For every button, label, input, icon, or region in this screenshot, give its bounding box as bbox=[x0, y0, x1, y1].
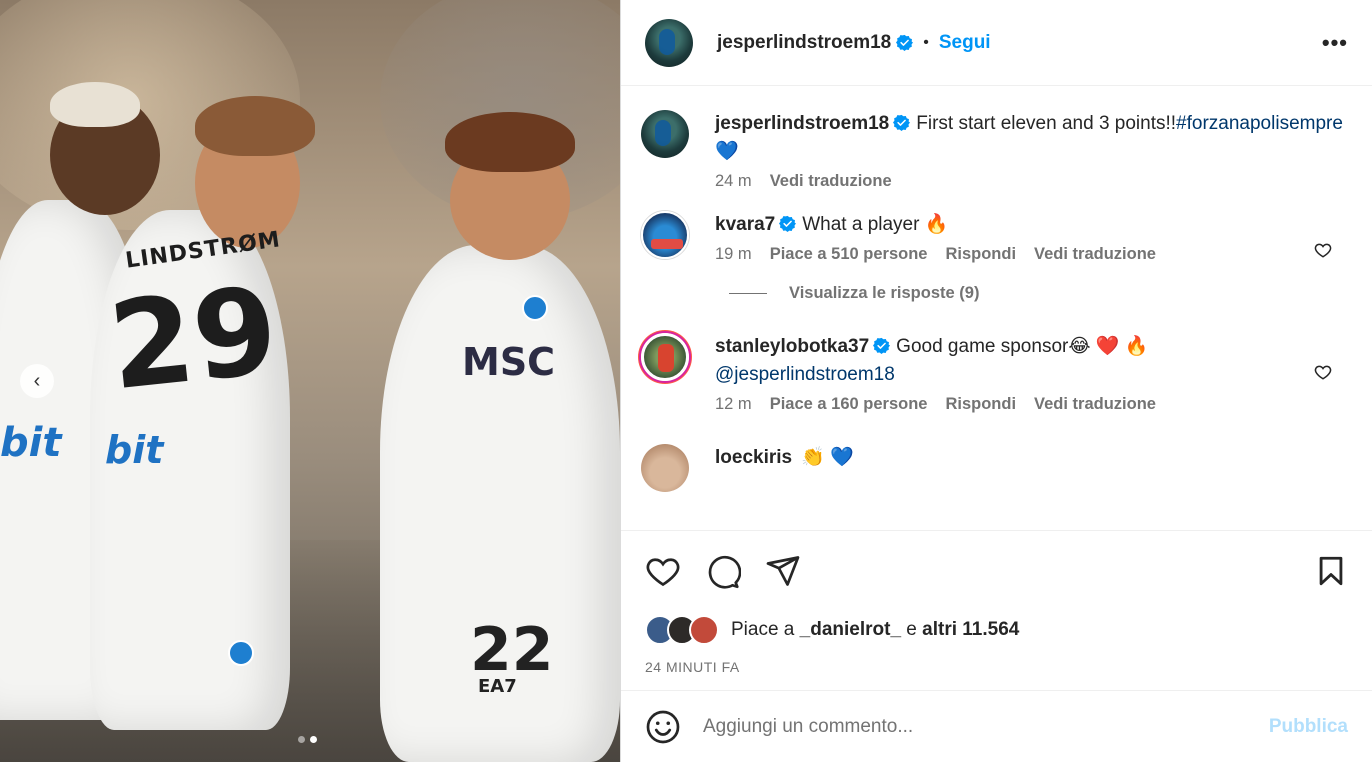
likes-count-link[interactable]: altri 11.564 bbox=[922, 619, 1019, 640]
hashtag-link[interactable]: #forzanapolisempre bbox=[1176, 113, 1343, 134]
avatar[interactable] bbox=[641, 211, 689, 259]
comment-text: stanleylobotka37 Good game sponsor😂 ❤️ 🔥 … bbox=[715, 333, 1352, 389]
comment-meta: 12 m Piace a 160 persone Rispondi Vedi t… bbox=[715, 395, 1352, 414]
jersey-number: 29 bbox=[103, 261, 284, 418]
carousel-dot-active bbox=[310, 736, 317, 743]
reply-button[interactable]: Rispondi bbox=[945, 245, 1016, 264]
caption-meta: 24 m Vedi traduzione bbox=[715, 172, 1352, 191]
follow-button[interactable]: Segui bbox=[939, 32, 991, 54]
share-send-icon[interactable] bbox=[765, 553, 801, 589]
translate-link[interactable]: Vedi traduzione bbox=[770, 172, 892, 191]
view-replies-label: Visualizza le risposte (9) bbox=[789, 284, 980, 302]
likes-middle: e bbox=[901, 619, 923, 640]
avatar[interactable] bbox=[689, 615, 719, 645]
replies-divider bbox=[729, 293, 767, 294]
avatar[interactable] bbox=[641, 444, 689, 492]
mention-link[interactable]: @jesperlindstroem18 bbox=[715, 364, 895, 385]
publish-button[interactable]: Pubblica bbox=[1269, 716, 1348, 738]
avatar[interactable] bbox=[641, 110, 689, 158]
verified-badge-icon bbox=[896, 34, 914, 51]
comment-time: 12 m bbox=[715, 395, 752, 413]
carousel-previous-button[interactable]: ‹ bbox=[20, 364, 54, 398]
comment-body: Good game sponsor bbox=[896, 336, 1069, 357]
caption-time: 24 m bbox=[715, 172, 752, 190]
post-timestamp: 24 MINUTI FA bbox=[645, 659, 740, 675]
caption-username[interactable]: jesperlindstroem18 bbox=[715, 113, 889, 134]
action-icons bbox=[645, 531, 1348, 611]
player-hair bbox=[50, 82, 140, 127]
verified-badge-icon bbox=[893, 114, 911, 131]
shorts-number: 22 bbox=[470, 615, 554, 685]
comment-username[interactable]: kvara7 bbox=[715, 214, 775, 235]
avatar[interactable] bbox=[641, 333, 689, 381]
jersey-sponsor: MSC bbox=[462, 340, 556, 384]
comment-item: stanleylobotka37 Good game sponsor😂 ❤️ 🔥 … bbox=[641, 333, 1352, 414]
save-bookmark-icon[interactable] bbox=[1314, 554, 1348, 588]
jersey-sponsor: bit bbox=[0, 420, 62, 466]
add-comment-bar: Pubblica bbox=[621, 690, 1372, 762]
comment-likes-link[interactable]: Piace a 160 persone bbox=[770, 395, 928, 414]
more-options-icon[interactable]: ••• bbox=[1322, 30, 1348, 56]
comment-username[interactable]: stanleylobotka37 bbox=[715, 336, 869, 357]
kit-brand: EA7 bbox=[478, 676, 517, 697]
caption-text: jesperlindstroem18 First start eleven and… bbox=[715, 110, 1352, 166]
comment-bubble-icon[interactable] bbox=[705, 553, 741, 589]
emoji-group: 👏 💙 bbox=[801, 447, 854, 468]
club-crest-icon bbox=[522, 295, 548, 321]
translate-link[interactable]: Vedi traduzione bbox=[1034, 245, 1156, 264]
blue-heart-emoji: 💙 bbox=[715, 141, 739, 162]
chevron-left-icon: ‹ bbox=[33, 369, 41, 392]
jersey-sponsor: bit bbox=[105, 428, 164, 472]
player-hair bbox=[195, 96, 315, 156]
likes-text: Piace a _danielrot_ e altri 11.564 bbox=[731, 619, 1019, 641]
like-heart-icon[interactable] bbox=[645, 553, 681, 589]
likes-prefix: Piace a bbox=[731, 619, 800, 640]
fire-emoji: 🔥 bbox=[924, 214, 949, 235]
view-replies-button[interactable]: Visualizza le risposte (9) bbox=[729, 284, 1352, 303]
post-media: bit 29 LINDSTRØM bit MSC 22 EA7 ‹ bbox=[0, 0, 620, 762]
comment-item: kvara7 What a player 🔥 19 m Piace a 510 p… bbox=[641, 211, 1352, 264]
avatar[interactable] bbox=[645, 18, 693, 67]
separator-dot: • bbox=[923, 33, 929, 51]
reply-button[interactable]: Rispondi bbox=[945, 395, 1016, 414]
emoji-group: 😂 ❤️ 🔥 bbox=[1068, 336, 1149, 357]
post-actions: Piace a _danielrot_ e altri 11.564 24 MI… bbox=[621, 530, 1372, 675]
comment-text: loeckiris 👏 💙 bbox=[715, 444, 1352, 472]
post-header: jesperlindstroem18 • Segui ••• bbox=[621, 0, 1372, 86]
liker-username[interactable]: _danielrot_ bbox=[800, 619, 901, 640]
comment-username[interactable]: loeckiris bbox=[715, 447, 792, 468]
carousel-dot bbox=[298, 736, 305, 743]
comment-item: loeckiris 👏 💙 bbox=[641, 444, 1352, 492]
comment-input[interactable] bbox=[703, 715, 1269, 738]
caption-body: First start eleven and 3 points!! bbox=[916, 113, 1177, 134]
player-hair bbox=[445, 112, 575, 172]
caption: jesperlindstroem18 First start eleven and… bbox=[641, 110, 1352, 191]
comment-text: kvara7 What a player 🔥 bbox=[715, 211, 1352, 239]
like-comment-heart-icon[interactable] bbox=[1314, 363, 1332, 381]
smile-icon[interactable] bbox=[645, 709, 681, 745]
liker-avatars bbox=[645, 615, 719, 645]
like-comment-heart-icon[interactable] bbox=[1314, 241, 1332, 259]
carousel-indicator bbox=[298, 736, 317, 743]
post-details-panel: jesperlindstroem18 • Segui ••• jesperlin… bbox=[620, 0, 1372, 762]
comment-body: What a player bbox=[802, 214, 920, 235]
translate-link[interactable]: Vedi traduzione bbox=[1034, 395, 1156, 414]
comment-time: 19 m bbox=[715, 245, 752, 263]
comments-list[interactable]: jesperlindstroem18 First start eleven and… bbox=[621, 86, 1372, 530]
verified-badge-icon bbox=[779, 215, 797, 232]
verified-badge-icon bbox=[873, 337, 891, 354]
comment-likes-link[interactable]: Piace a 510 persone bbox=[770, 245, 928, 264]
club-crest-icon bbox=[228, 640, 254, 666]
comment-meta: 19 m Piace a 510 persone Rispondi Vedi t… bbox=[715, 245, 1352, 264]
likes-summary: Piace a _danielrot_ e altri 11.564 bbox=[645, 615, 1348, 645]
author-username[interactable]: jesperlindstroem18 bbox=[717, 32, 891, 54]
